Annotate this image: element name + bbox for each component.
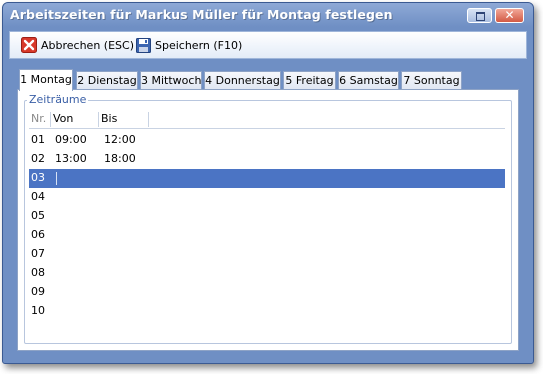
floppy-disk-icon [136, 37, 151, 53]
table-row[interactable]: 02 13:00 18:00 [29, 150, 505, 169]
table-row[interactable]: 10 [29, 302, 505, 321]
toolbar: Abbrechen (ESC) Speichern (F10) [9, 31, 527, 59]
group-title: Zeiträume [27, 93, 89, 106]
time-grid: Nr. Von Bis 01 09:00 12:00 02 13:00 18:0… [29, 111, 505, 321]
dialog-window: Arbeitszeiten für Markus Müller für Mont… [2, 2, 534, 364]
end-time-cell[interactable]: 12:00 [104, 133, 136, 146]
row-number: 08 [31, 266, 45, 279]
table-row[interactable]: 04 [29, 188, 505, 207]
table-row[interactable]: 05 [29, 207, 505, 226]
table-row[interactable]: 07 [29, 245, 505, 264]
table-row[interactable]: 06 [29, 226, 505, 245]
tab-samstag[interactable]: 6 Samstag [338, 71, 399, 90]
save-button-label: Speichern (F10) [155, 38, 243, 52]
grid-header: Nr. Von Bis [29, 111, 505, 129]
row-number: 06 [31, 228, 45, 241]
save-button[interactable]: Speichern (F10) [136, 36, 242, 54]
cancel-button-label: Abbrechen (ESC) [41, 38, 134, 52]
restore-window-icon [476, 12, 485, 21]
tab-panel: Zeiträume Nr. Von Bis 01 09:00 12:00 02 … [17, 89, 519, 351]
title-bar[interactable]: Arbeitszeiten für Markus Müller für Mont… [3, 3, 533, 27]
row-number: 03 [31, 171, 45, 184]
cancel-button[interactable]: Abbrechen (ESC) [21, 36, 134, 54]
row-number: 02 [31, 152, 45, 165]
table-row[interactable]: 09 [29, 283, 505, 302]
tab-dienstag[interactable]: 2 Dienstag [76, 71, 138, 90]
table-row[interactable]: 01 09:00 12:00 [29, 131, 505, 150]
tab-sonntag[interactable]: 7 Sonntag [401, 71, 462, 90]
red-x-icon [21, 37, 37, 53]
row-number: 07 [31, 247, 45, 260]
start-time-cell[interactable]: 09:00 [55, 133, 87, 146]
column-header-von[interactable]: Von [51, 112, 99, 127]
row-number: 09 [31, 285, 45, 298]
table-row-selected[interactable]: 03 [29, 169, 505, 188]
time-ranges-group: Zeiträume Nr. Von Bis 01 09:00 12:00 02 … [24, 93, 512, 344]
row-number: 05 [31, 209, 45, 222]
start-time-cell[interactable]: 13:00 [55, 152, 87, 165]
grid-rows: 01 09:00 12:00 02 13:00 18:00 03 04 05 0… [29, 131, 505, 321]
tab-freitag[interactable]: 5 Freitag [283, 71, 336, 90]
end-time-cell[interactable]: 18:00 [104, 152, 136, 165]
tab-montag[interactable]: 1 Montag [19, 69, 73, 91]
close-icon: ✕ [504, 8, 515, 22]
row-number: 01 [31, 133, 45, 146]
row-number: 04 [31, 190, 45, 203]
tab-donnerstag[interactable]: 4 Donnerstag [204, 71, 281, 90]
table-row[interactable]: 08 [29, 264, 505, 283]
row-number: 10 [31, 304, 45, 317]
column-header-bis[interactable]: Bis [99, 112, 149, 127]
tab-mittwoch[interactable]: 3 Mittwoch [140, 71, 202, 90]
weekday-tabs: 1 Montag 2 Dienstag 3 Mittwoch 4 Donners… [19, 69, 469, 91]
window-title: Arbeitszeiten für Markus Müller für Mont… [10, 7, 393, 22]
close-button[interactable]: ✕ [495, 8, 524, 23]
column-header-nr[interactable]: Nr. [29, 112, 51, 127]
text-cursor [56, 172, 57, 185]
restore-button[interactable] [467, 8, 492, 23]
